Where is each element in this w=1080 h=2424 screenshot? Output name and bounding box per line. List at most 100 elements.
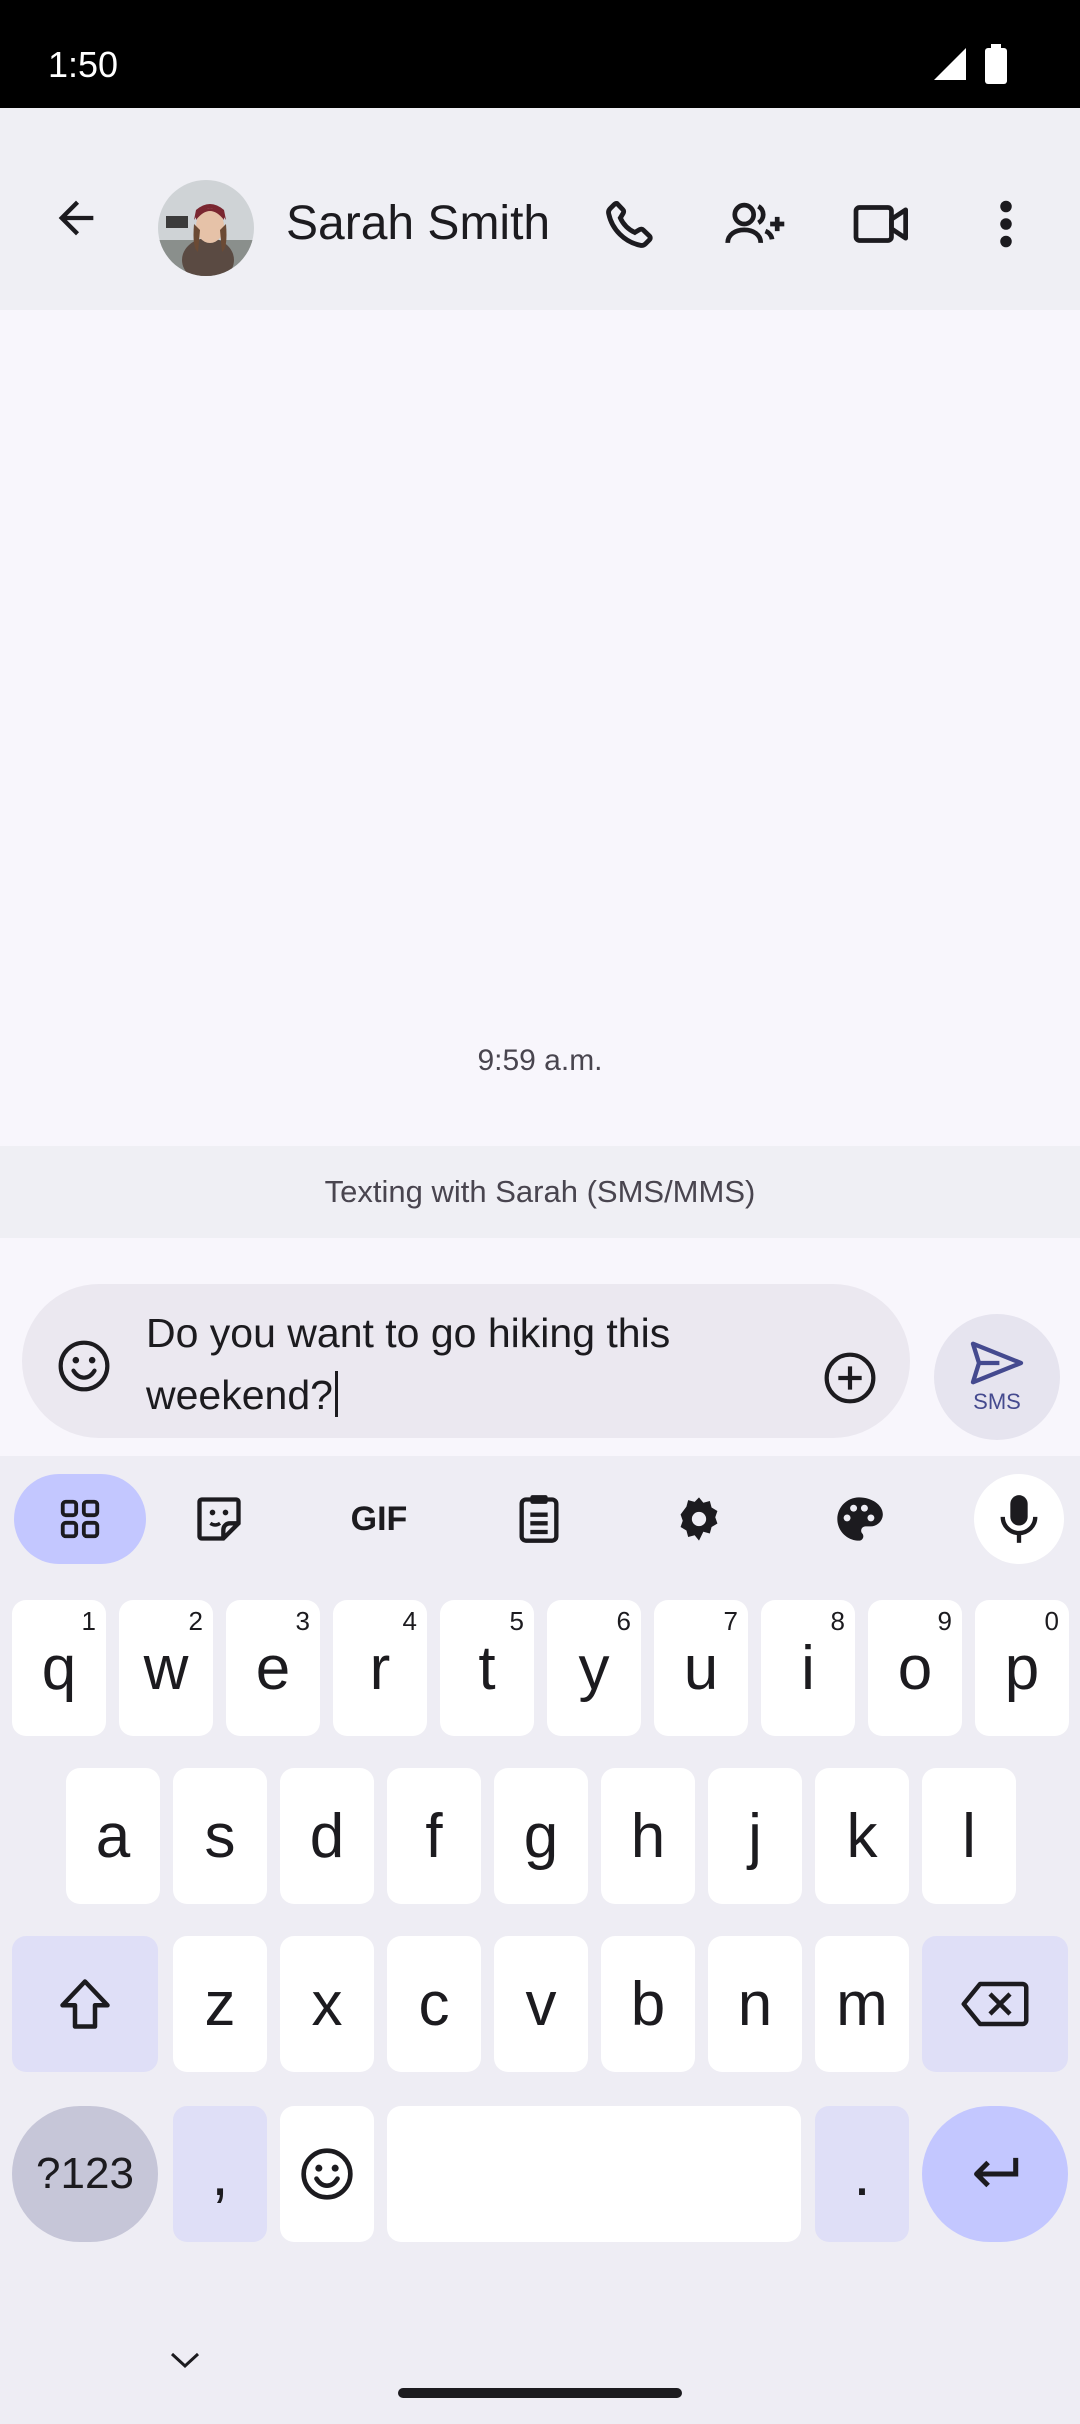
gif-button[interactable]: GIF bbox=[334, 1474, 424, 1564]
microphone-icon bbox=[1000, 1495, 1038, 1543]
key-label: e bbox=[255, 1633, 291, 1703]
key-c[interactable]: c bbox=[387, 1936, 481, 2072]
keyboard-settings-button[interactable] bbox=[654, 1474, 744, 1564]
call-button[interactable] bbox=[588, 182, 672, 266]
emoji-key[interactable] bbox=[280, 2106, 374, 2242]
signal-icon bbox=[932, 46, 968, 82]
apps-grid-icon bbox=[60, 1499, 100, 1539]
status-time: 1:50 bbox=[48, 44, 119, 85]
key-k[interactable]: k bbox=[815, 1768, 909, 1904]
clipboard-button[interactable] bbox=[494, 1474, 584, 1564]
key-hint: 2 bbox=[188, 1606, 203, 1636]
key-p[interactable]: p0 bbox=[975, 1600, 1069, 1736]
theme-button[interactable] bbox=[814, 1474, 904, 1564]
key-label: o bbox=[897, 1633, 933, 1703]
clipboard-icon bbox=[519, 1495, 559, 1543]
key-m[interactable]: m bbox=[815, 1936, 909, 2072]
backspace-key[interactable] bbox=[922, 1936, 1068, 2072]
period-key[interactable]: . bbox=[815, 2106, 909, 2242]
back-button[interactable] bbox=[30, 172, 122, 264]
key-z[interactable]: z bbox=[173, 1936, 267, 2072]
palette-icon bbox=[837, 1497, 883, 1541]
attach-button[interactable] bbox=[818, 1346, 882, 1410]
contact-avatar[interactable] bbox=[158, 180, 254, 276]
home-indicator[interactable] bbox=[398, 2388, 682, 2398]
key-label: i bbox=[801, 1633, 815, 1703]
shift-key[interactable] bbox=[12, 1936, 158, 2072]
key-v[interactable]: v bbox=[494, 1936, 588, 2072]
key-t[interactable]: t5 bbox=[440, 1600, 534, 1736]
key-hint: 7 bbox=[723, 1606, 738, 1636]
video-call-button[interactable] bbox=[840, 182, 924, 266]
key-r[interactable]: r4 bbox=[333, 1600, 427, 1736]
key-label: p bbox=[1004, 1633, 1040, 1703]
key-a[interactable]: a bbox=[66, 1768, 160, 1904]
collapse-keyboard-button[interactable] bbox=[158, 2340, 212, 2380]
key-y[interactable]: y6 bbox=[547, 1600, 641, 1736]
sticker-icon bbox=[197, 1497, 241, 1541]
key-label: q bbox=[41, 1633, 77, 1703]
key-label: u bbox=[683, 1633, 719, 1703]
more-vert-icon bbox=[1000, 200, 1012, 248]
enter-arrow-icon bbox=[974, 2157, 1019, 2188]
key-hint: 9 bbox=[937, 1606, 952, 1636]
key-l[interactable]: l bbox=[922, 1768, 1016, 1904]
contact-name[interactable]: Sarah Smith bbox=[286, 196, 550, 251]
voice-input-button[interactable] bbox=[974, 1474, 1064, 1564]
key-u[interactable]: u7 bbox=[654, 1600, 748, 1736]
key-o[interactable]: o9 bbox=[868, 1600, 962, 1736]
key-f[interactable]: f bbox=[387, 1768, 481, 1904]
send-button[interactable]: SMS bbox=[934, 1314, 1060, 1440]
shift-arrow-icon bbox=[60, 1979, 110, 2029]
message-input-text: Do you want to go hiking this weekend? bbox=[146, 1310, 671, 1418]
key-hint: 0 bbox=[1044, 1606, 1059, 1636]
sticker-button[interactable] bbox=[174, 1474, 264, 1564]
battery-icon bbox=[984, 44, 1008, 84]
key-e[interactable]: e3 bbox=[226, 1600, 320, 1736]
key-hint: 4 bbox=[402, 1606, 417, 1636]
key-label: w bbox=[143, 1633, 189, 1703]
send-mode-label: SMS bbox=[973, 1389, 1021, 1414]
key-b[interactable]: b bbox=[601, 1936, 695, 2072]
backspace-icon bbox=[961, 1981, 1029, 2027]
key-hint: 1 bbox=[81, 1606, 96, 1636]
message-list[interactable] bbox=[0, 310, 1080, 1146]
add-circle-icon bbox=[824, 1352, 876, 1404]
key-h[interactable]: h bbox=[601, 1768, 695, 1904]
comma-key[interactable]: , bbox=[173, 2106, 267, 2242]
key-hint: 3 bbox=[295, 1606, 310, 1636]
symbols-key[interactable]: ?123 bbox=[12, 2106, 158, 2242]
back-arrow-icon bbox=[58, 200, 94, 236]
key-d[interactable]: d bbox=[280, 1768, 374, 1904]
keyboard-apps-button[interactable] bbox=[14, 1474, 146, 1564]
gear-icon bbox=[680, 1497, 718, 1541]
key-q[interactable]: q1 bbox=[12, 1600, 106, 1736]
sms-mode-banner: Texting with Sarah (SMS/MMS) bbox=[0, 1146, 1080, 1238]
video-camera-icon bbox=[853, 205, 908, 243]
add-person-icon bbox=[725, 202, 785, 244]
add-people-button[interactable] bbox=[714, 182, 798, 266]
key-hint: 5 bbox=[509, 1606, 524, 1636]
send-icon bbox=[970, 1341, 1024, 1385]
key-j[interactable]: j bbox=[708, 1768, 802, 1904]
enter-key[interactable] bbox=[922, 2106, 1068, 2242]
key-i[interactable]: i8 bbox=[761, 1600, 855, 1736]
key-g[interactable]: g bbox=[494, 1768, 588, 1904]
emoji-icon bbox=[58, 1340, 110, 1392]
key-label: y bbox=[578, 1633, 610, 1703]
key-hint: 8 bbox=[830, 1606, 845, 1636]
key-label: r bbox=[369, 1633, 391, 1703]
key-x[interactable]: x bbox=[280, 1936, 374, 2072]
emoji-icon bbox=[301, 2148, 353, 2200]
key-s[interactable]: s bbox=[173, 1768, 267, 1904]
key-hint: 6 bbox=[616, 1606, 631, 1636]
emoji-button[interactable] bbox=[52, 1334, 116, 1398]
message-input[interactable]: Do you want to go hiking this weekend? bbox=[146, 1302, 786, 1426]
more-options-button[interactable] bbox=[964, 182, 1048, 266]
phone-icon bbox=[606, 200, 653, 248]
key-w[interactable]: w2 bbox=[119, 1600, 213, 1736]
key-label: t bbox=[478, 1633, 496, 1703]
text-cursor bbox=[334, 1371, 338, 1417]
space-key[interactable] bbox=[387, 2106, 801, 2242]
key-n[interactable]: n bbox=[708, 1936, 802, 2072]
